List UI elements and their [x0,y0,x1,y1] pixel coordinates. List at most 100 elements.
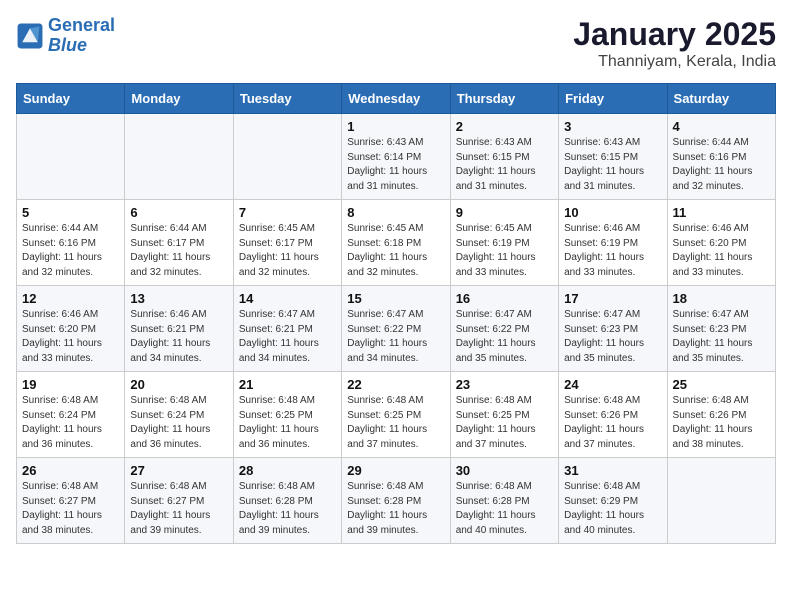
cell-info: Sunrise: 6:47 AMSunset: 6:23 PMDaylight:… [673,308,770,366]
calendar-cell: 6 Sunrise: 6:44 AMSunset: 6:17 PMDaylight… [125,200,233,286]
header-monday: Monday [125,84,233,114]
day-number: 19 [22,377,119,392]
day-number: 15 [347,291,444,306]
cell-info: Sunrise: 6:44 AMSunset: 6:17 PMDaylight:… [130,222,227,280]
day-number: 13 [130,291,227,306]
day-number: 31 [564,463,661,478]
calendar-cell: 15 Sunrise: 6:47 AMSunset: 6:22 PMDayligh… [342,286,450,372]
cell-info: Sunrise: 6:48 AMSunset: 6:28 PMDaylight:… [456,480,553,538]
week-row-1: 1 Sunrise: 6:43 AMSunset: 6:14 PMDaylight… [17,114,776,200]
calendar-cell: 13 Sunrise: 6:46 AMSunset: 6:21 PMDayligh… [125,286,233,372]
day-number: 27 [130,463,227,478]
cell-info: Sunrise: 6:48 AMSunset: 6:28 PMDaylight:… [239,480,336,538]
calendar-cell: 4 Sunrise: 6:44 AMSunset: 6:16 PMDaylight… [667,114,775,200]
day-number: 28 [239,463,336,478]
cell-info: Sunrise: 6:46 AMSunset: 6:20 PMDaylight:… [673,222,770,280]
logo-text: General Blue [48,16,115,56]
calendar-cell: 10 Sunrise: 6:46 AMSunset: 6:19 PMDayligh… [559,200,667,286]
cell-info: Sunrise: 6:47 AMSunset: 6:23 PMDaylight:… [564,308,661,366]
day-number: 29 [347,463,444,478]
cell-info: Sunrise: 6:48 AMSunset: 6:26 PMDaylight:… [673,394,770,452]
day-number: 20 [130,377,227,392]
week-row-2: 5Sunrise: 6:44 AMSunset: 6:16 PMDaylight… [17,200,776,286]
day-number: 8 [347,205,444,220]
day-number: 18 [673,291,770,306]
header-saturday: Saturday [667,84,775,114]
calendar-cell: 30 Sunrise: 6:48 AMSunset: 6:28 PMDayligh… [450,458,558,544]
cell-info: Sunrise: 6:44 AMSunset: 6:16 PMDaylight:… [673,136,770,194]
calendar-cell: 28 Sunrise: 6:48 AMSunset: 6:28 PMDayligh… [233,458,341,544]
cell-info: Sunrise: 6:45 AMSunset: 6:19 PMDaylight:… [456,222,553,280]
cell-info: Sunrise: 6:43 AMSunset: 6:14 PMDaylight:… [347,136,444,194]
calendar-cell: 1 Sunrise: 6:43 AMSunset: 6:14 PMDaylight… [342,114,450,200]
cell-info: Sunrise: 6:46 AMSunset: 6:21 PMDaylight:… [130,308,227,366]
cell-info: Sunrise: 6:48 AMSunset: 6:26 PMDaylight:… [564,394,661,452]
cell-info: Sunrise: 6:46 AMSunset: 6:19 PMDaylight:… [564,222,661,280]
day-number: 16 [456,291,553,306]
cell-info: Sunrise: 6:47 AMSunset: 6:22 PMDaylight:… [456,308,553,366]
header-tuesday: Tuesday [233,84,341,114]
calendar-cell: 19 Sunrise: 6:48 AMSunset: 6:24 PMDayligh… [17,372,125,458]
calendar-cell: 24 Sunrise: 6:48 AMSunset: 6:26 PMDayligh… [559,372,667,458]
logo: General Blue [16,16,115,56]
day-number: 23 [456,377,553,392]
calendar-cell: 27Sunrise: 6:48 AMSunset: 6:27 PMDayligh… [125,458,233,544]
calendar-table: SundayMondayTuesdayWednesdayThursdayFrid… [16,83,776,544]
week-row-5: 26 Sunrise: 6:48 AMSunset: 6:27 PMDayligh… [17,458,776,544]
day-number: 22 [347,377,444,392]
calendar-cell: 2Sunrise: 6:43 AMSunset: 6:15 PMDaylight… [450,114,558,200]
calendar-cell: 17 Sunrise: 6:47 AMSunset: 6:23 PMDayligh… [559,286,667,372]
calendar-cell: 21Sunrise: 6:48 AMSunset: 6:25 PMDayligh… [233,372,341,458]
cell-info: Sunrise: 6:43 AMSunset: 6:15 PMDaylight:… [456,136,553,194]
calendar-cell: 7Sunrise: 6:45 AMSunset: 6:17 PMDaylight… [233,200,341,286]
cell-info: Sunrise: 6:48 AMSunset: 6:25 PMDaylight:… [347,394,444,452]
week-row-3: 12Sunrise: 6:46 AMSunset: 6:20 PMDayligh… [17,286,776,372]
calendar-header-row: SundayMondayTuesdayWednesdayThursdayFrid… [17,84,776,114]
logo-line1: General [48,15,115,35]
calendar-cell: 5Sunrise: 6:44 AMSunset: 6:16 PMDaylight… [17,200,125,286]
calendar-cell: 23 Sunrise: 6:48 AMSunset: 6:25 PMDayligh… [450,372,558,458]
header-sunday: Sunday [17,84,125,114]
calendar-cell: 12Sunrise: 6:46 AMSunset: 6:20 PMDayligh… [17,286,125,372]
cell-info: Sunrise: 6:48 AMSunset: 6:24 PMDaylight:… [22,394,119,452]
cell-info: Sunrise: 6:48 AMSunset: 6:24 PMDaylight:… [130,394,227,452]
header-wednesday: Wednesday [342,84,450,114]
day-number: 26 [22,463,119,478]
cell-info: Sunrise: 6:43 AMSunset: 6:15 PMDaylight:… [564,136,661,194]
cell-info: Sunrise: 6:48 AMSunset: 6:25 PMDaylight:… [456,394,553,452]
calendar-cell: 26 Sunrise: 6:48 AMSunset: 6:27 PMDayligh… [17,458,125,544]
day-number: 6 [130,205,227,220]
day-number: 14 [239,291,336,306]
cell-info: Sunrise: 6:48 AMSunset: 6:25 PMDaylight:… [239,394,336,452]
day-number: 3 [564,119,661,134]
day-number: 17 [564,291,661,306]
day-number: 4 [673,119,770,134]
cell-info: Sunrise: 6:48 AMSunset: 6:29 PMDaylight:… [564,480,661,538]
calendar-cell: 16 Sunrise: 6:47 AMSunset: 6:22 PMDayligh… [450,286,558,372]
cell-info: Sunrise: 6:45 AMSunset: 6:18 PMDaylight:… [347,222,444,280]
calendar-cell [17,114,125,200]
cell-info: Sunrise: 6:47 AMSunset: 6:21 PMDaylight:… [239,308,336,366]
calendar-cell: 14 Sunrise: 6:47 AMSunset: 6:21 PMDayligh… [233,286,341,372]
cell-info: Sunrise: 6:48 AMSunset: 6:27 PMDaylight:… [22,480,119,538]
logo-icon [16,22,44,50]
calendar-cell: 25 Sunrise: 6:48 AMSunset: 6:26 PMDayligh… [667,372,775,458]
cell-info: Sunrise: 6:47 AMSunset: 6:22 PMDaylight:… [347,308,444,366]
day-number: 24 [564,377,661,392]
calendar-cell: 31 Sunrise: 6:48 AMSunset: 6:29 PMDayligh… [559,458,667,544]
logo-line2: Blue [48,35,87,55]
day-number: 1 [347,119,444,134]
day-number: 7 [239,205,336,220]
calendar-cell: 22 Sunrise: 6:48 AMSunset: 6:25 PMDayligh… [342,372,450,458]
cell-info: Sunrise: 6:46 AMSunset: 6:20 PMDaylight:… [22,308,119,366]
calendar-cell [125,114,233,200]
header-friday: Friday [559,84,667,114]
subtitle: Thanniyam, Kerala, India [573,53,776,71]
day-number: 5 [22,205,119,220]
calendar-cell: 8 Sunrise: 6:45 AMSunset: 6:18 PMDaylight… [342,200,450,286]
day-number: 25 [673,377,770,392]
day-number: 30 [456,463,553,478]
calendar-cell [233,114,341,200]
calendar-cell: 9Sunrise: 6:45 AMSunset: 6:19 PMDaylight… [450,200,558,286]
day-number: 10 [564,205,661,220]
